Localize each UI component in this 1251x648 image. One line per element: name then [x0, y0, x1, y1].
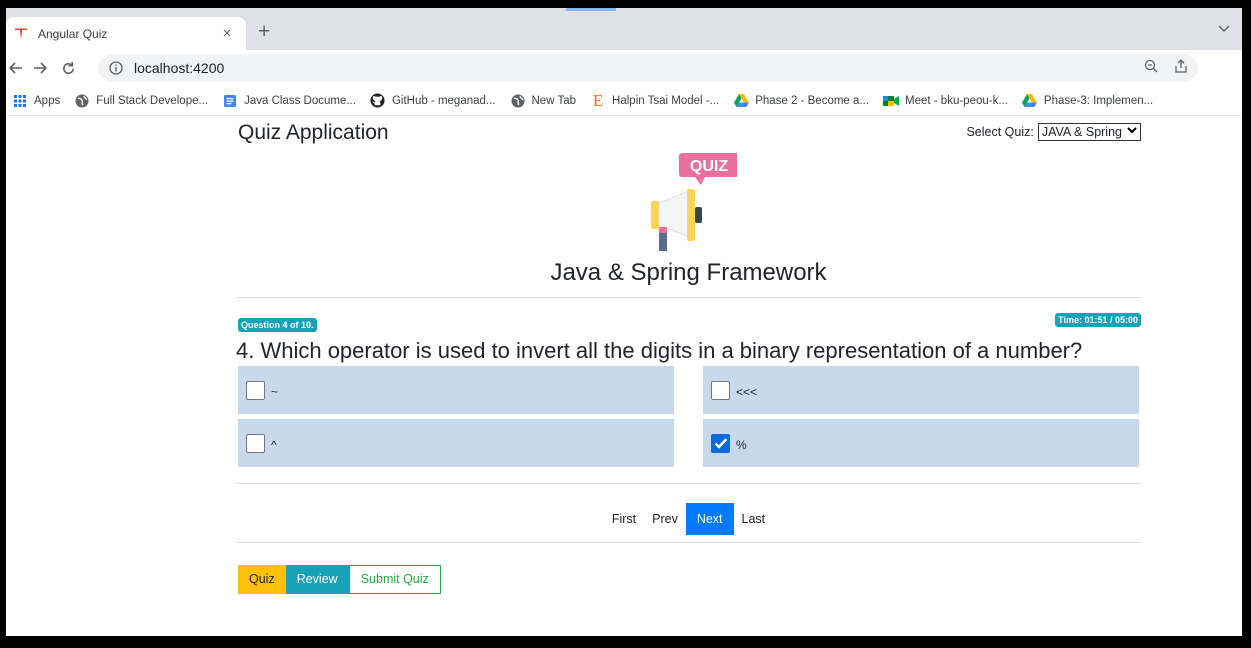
quiz-container: Quiz Application Select Quiz: JAVA & Spr…	[236, 116, 1141, 636]
bookmark-github[interactable]: GitHub - meganad...	[370, 93, 496, 109]
reload-icon[interactable]	[54, 54, 82, 82]
github-icon	[370, 93, 386, 109]
bookmark-apps[interactable]: Apps	[12, 93, 60, 109]
megaphone-icon: QUIZ	[651, 153, 739, 251]
url-text[interactable]: localhost:4200	[134, 60, 1144, 76]
divider	[236, 542, 1141, 543]
checkmark-icon	[714, 438, 727, 449]
globe-icon	[74, 93, 90, 109]
tab-title: Angular Quiz	[38, 26, 108, 41]
drive-icon	[1022, 93, 1038, 109]
angular-favicon-icon	[12, 25, 30, 43]
quiz-mode-button[interactable]: Quiz	[238, 565, 286, 594]
option-checkbox-checked[interactable]	[711, 433, 730, 453]
select-quiz-label: Select Quiz:	[966, 125, 1034, 139]
header-row: Quiz Application Select Quiz: JAVA & Spr…	[236, 116, 1141, 146]
option-checkbox[interactable]	[246, 433, 265, 453]
bookmarks-bar: Apps Full Stack Develope... Java Class D…	[6, 86, 1242, 116]
submit-quiz-button[interactable]: Submit Quiz	[348, 565, 441, 594]
bookmark-label: Apps	[34, 94, 61, 107]
option-label: ~	[271, 385, 279, 399]
bookmark-new-tab[interactable]: New Tab	[510, 93, 577, 109]
selected-quiz: JAVA & Spring	[1041, 125, 1122, 139]
tab-search-chevron-icon[interactable]	[1218, 20, 1230, 38]
apps-grid-icon	[12, 93, 28, 109]
address-bar[interactable]: localhost:4200	[98, 54, 1198, 82]
divider	[236, 297, 1141, 298]
option-label: ^	[271, 438, 277, 452]
bookmark-java-class[interactable]: Java Class Docume...	[222, 93, 356, 109]
quiz-select-wrapper: Select Quiz: JAVA & Spring	[966, 123, 1141, 141]
letter-e-icon: E	[592, 90, 604, 110]
bookmark-label: Phase 2 - Become a...	[755, 94, 870, 107]
site-info-icon[interactable]	[108, 60, 124, 76]
zoom-icon[interactable]	[1144, 59, 1158, 78]
question-counter-badge: Question 4 of 10.	[238, 318, 317, 332]
quiz-name: Java & Spring Framework	[550, 259, 827, 286]
share-icon[interactable]	[1174, 58, 1188, 78]
pager-first[interactable]: First	[604, 503, 644, 535]
option-label: <<<	[736, 385, 758, 399]
bookmark-label: Halpin Tsai Model -...	[612, 94, 720, 107]
pager-last[interactable]: Last	[734, 503, 774, 535]
browser-window: Angular Quiz × + localhost:4200 Apps Ful…	[6, 8, 1242, 636]
divider	[236, 483, 1141, 484]
review-button[interactable]: Review	[285, 565, 349, 594]
tab-angular-quiz[interactable]: Angular Quiz ×	[6, 17, 246, 50]
meet-icon	[883, 93, 900, 109]
pager-prev[interactable]: Prev	[644, 503, 686, 535]
option-2[interactable]: <<<	[703, 366, 1139, 414]
pager-next[interactable]: Next	[685, 503, 734, 535]
timer-badge: Time: 01:51 / 05:00	[1055, 313, 1141, 327]
bookmark-label: Phase-3: Implemen...	[1043, 94, 1154, 107]
option-4[interactable]: %	[703, 419, 1139, 467]
bookmark-label: New Tab	[531, 94, 577, 107]
option-checkbox[interactable]	[246, 380, 265, 400]
bookmark-meet[interactable]: Meet - bku-peou-k...	[883, 93, 1008, 109]
globe-icon	[510, 93, 526, 109]
option-1[interactable]: ~	[238, 366, 674, 414]
pagination: First Prev Next Last	[236, 503, 1141, 535]
option-checkbox[interactable]	[711, 380, 730, 400]
question-text: 4. Which operator is used to invert all …	[236, 338, 1083, 363]
bookmark-phase-3[interactable]: Phase-3: Implemen...	[1022, 93, 1153, 109]
bookmark-halpin-tsai[interactable]: E Halpin Tsai Model -...	[590, 90, 720, 110]
quiz-logo: QUIZ	[637, 151, 739, 261]
tab-strip: Angular Quiz × +	[6, 8, 1242, 50]
bookmark-phase-2[interactable]: Phase 2 - Become a...	[733, 93, 869, 109]
option-3[interactable]: ^	[238, 419, 674, 467]
back-arrow-icon[interactable]	[6, 54, 26, 82]
chevron-down-icon	[1127, 125, 1137, 138]
page-content: Quiz Application Select Quiz: JAVA & Spr…	[6, 116, 1242, 636]
bookmark-label: Meet - bku-peou-k...	[905, 94, 1008, 107]
logo-quiz-text: QUIZ	[690, 158, 728, 175]
forward-arrow-icon[interactable]	[26, 54, 54, 82]
mode-buttons: Quiz Review Submit Quiz	[238, 565, 441, 594]
new-tab-button[interactable]: +	[258, 21, 270, 42]
browser-toolbar: localhost:4200	[6, 50, 1242, 86]
docs-icon	[222, 93, 238, 109]
drive-icon	[733, 93, 749, 109]
bookmark-label: Full Stack Develope...	[96, 94, 209, 107]
option-label: %	[736, 438, 747, 452]
tab-close-icon[interactable]: ×	[218, 25, 236, 42]
quiz-select[interactable]: JAVA & Spring	[1037, 123, 1141, 141]
bookmark-label: GitHub - meganad...	[391, 94, 496, 107]
loading-indicator	[566, 8, 616, 11]
bookmark-label: Java Class Docume...	[244, 94, 356, 107]
bookmark-full-stack[interactable]: Full Stack Develope...	[74, 93, 208, 109]
app-title: Quiz Application	[238, 121, 389, 144]
